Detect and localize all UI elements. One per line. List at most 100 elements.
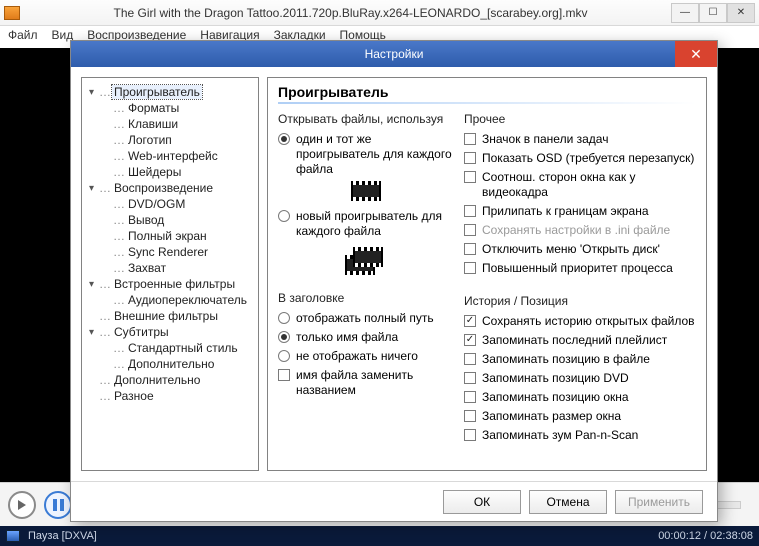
minimize-button[interactable]: — bbox=[671, 3, 699, 23]
radio-new-player[interactable]: новый проигрыватель для каждого файла bbox=[278, 209, 454, 239]
tree-node[interactable]: …Захват bbox=[86, 260, 254, 276]
check-high-priority[interactable]: Повышенный приоритет процесса bbox=[464, 261, 696, 276]
tree-label: Шейдеры bbox=[126, 165, 183, 179]
ok-button[interactable]: ОК bbox=[443, 490, 521, 514]
tree-dots: … bbox=[99, 325, 110, 339]
checkbox-icon bbox=[464, 171, 476, 183]
tree-twisty-icon: ▾ bbox=[86, 327, 97, 338]
window-buttons: — ☐ ✕ bbox=[671, 3, 755, 23]
tree-node[interactable]: …Стандартный стиль bbox=[86, 340, 254, 356]
other-label: Прочее bbox=[464, 112, 696, 126]
group-title: В заголовке отображать полный путь тольк… bbox=[278, 291, 454, 402]
radio-icon bbox=[278, 331, 290, 343]
check-save-history[interactable]: Сохранять историю открытых файлов bbox=[464, 314, 696, 329]
tree-node[interactable]: …Аудиопереключатель bbox=[86, 292, 254, 308]
status-time: 00:00:12 / 02:38:08 bbox=[658, 530, 753, 542]
section-rule bbox=[278, 102, 696, 104]
checkbox-icon bbox=[464, 334, 476, 346]
radio-filename-only[interactable]: только имя файла bbox=[278, 330, 454, 345]
tree-node[interactable]: ▾…Проигрыватель bbox=[86, 84, 254, 100]
apply-button: Применить bbox=[615, 490, 703, 514]
tree-node[interactable]: …Шейдеры bbox=[86, 164, 254, 180]
tree-node[interactable]: …Web-интерфейс bbox=[86, 148, 254, 164]
app-icon bbox=[4, 6, 20, 20]
check-remember-filepos[interactable]: Запоминать позицию в файле bbox=[464, 352, 696, 367]
radio-show-nothing[interactable]: не отображать ничего bbox=[278, 349, 454, 364]
tree-node[interactable]: ▾…Субтитры bbox=[86, 324, 254, 340]
tree-label: Логотип bbox=[126, 133, 174, 147]
checkbox-icon bbox=[464, 372, 476, 384]
check-remember-winpos[interactable]: Запоминать позицию окна bbox=[464, 390, 696, 405]
cancel-button[interactable]: Отмена bbox=[529, 490, 607, 514]
checkbox-icon bbox=[464, 133, 476, 145]
tree-node[interactable]: …Внешние фильтры bbox=[86, 308, 254, 324]
history-label: История / Позиция bbox=[464, 294, 696, 308]
checkbox-icon bbox=[464, 353, 476, 365]
check-tray-icon[interactable]: Значок в панели задач bbox=[464, 132, 696, 147]
tree-label: Дополнительно bbox=[126, 357, 216, 371]
check-show-osd[interactable]: Показать OSD (требуется перезапуск) bbox=[464, 151, 696, 166]
check-remember-dvdpos[interactable]: Запоминать позицию DVD bbox=[464, 371, 696, 386]
tree-node[interactable]: …Логотип bbox=[86, 132, 254, 148]
tree-node[interactable]: …Дополнительно bbox=[86, 356, 254, 372]
tree-node[interactable]: …Дополнительно bbox=[86, 372, 254, 388]
dialog-footer: ОК Отмена Применить bbox=[71, 481, 717, 521]
tree-dots: … bbox=[113, 261, 124, 275]
tree-dots: … bbox=[113, 101, 124, 115]
tree-twisty-icon bbox=[86, 375, 97, 386]
group-history: История / Позиция Сохранять историю откр… bbox=[464, 294, 696, 447]
checkbox-icon bbox=[278, 369, 290, 381]
tree-node[interactable]: …Клавиши bbox=[86, 116, 254, 132]
maximize-button[interactable]: ☐ bbox=[699, 3, 727, 23]
dialog-close-button[interactable]: ✕ bbox=[675, 41, 717, 67]
pause-button[interactable] bbox=[44, 491, 72, 519]
checkbox-icon bbox=[464, 391, 476, 403]
tree-dots: … bbox=[113, 341, 124, 355]
close-button[interactable]: ✕ bbox=[727, 3, 755, 23]
tree-dots: … bbox=[99, 85, 110, 99]
settings-tree[interactable]: ▾…Проигрыватель…Форматы…Клавиши…Логотип…… bbox=[81, 77, 259, 471]
tree-node[interactable]: ▾…Встроенные фильтры bbox=[86, 276, 254, 292]
radio-full-path[interactable]: отображать полный путь bbox=[278, 311, 454, 326]
tree-label: Sync Renderer bbox=[126, 245, 210, 259]
app-titlebar: The Girl with the Dragon Tattoo.2011.720… bbox=[0, 0, 759, 26]
check-replace-name[interactable]: имя файла заменить названием bbox=[278, 368, 454, 398]
film-stack-icon bbox=[345, 243, 387, 273]
play-button[interactable] bbox=[8, 491, 36, 519]
check-remember-winsize[interactable]: Запоминать размер окна bbox=[464, 409, 696, 424]
pause-icon bbox=[53, 499, 64, 511]
tree-dots: … bbox=[113, 293, 124, 307]
tree-label: Воспроизведение bbox=[112, 181, 215, 195]
check-aspect[interactable]: Соотнош. сторон окна как у видеокадра bbox=[464, 170, 696, 200]
tree-node[interactable]: …Форматы bbox=[86, 100, 254, 116]
tree-label: Полный экран bbox=[126, 229, 209, 243]
tree-node[interactable]: ▾…Воспроизведение bbox=[86, 180, 254, 196]
check-ini: Сохранять настройки в .ini файле bbox=[464, 223, 696, 238]
radio-icon bbox=[278, 350, 290, 362]
tree-node[interactable]: …Sync Renderer bbox=[86, 244, 254, 260]
checkbox-icon bbox=[464, 429, 476, 441]
window-title: The Girl with the Dragon Tattoo.2011.720… bbox=[30, 6, 671, 20]
menu-file[interactable]: Файл bbox=[8, 28, 38, 46]
check-remember-playlist[interactable]: Запоминать последний плейлист bbox=[464, 333, 696, 348]
status-text: Пауза [DXVA] bbox=[28, 530, 97, 542]
tree-node[interactable]: …Вывод bbox=[86, 212, 254, 228]
tree-twisty-icon: ▾ bbox=[86, 279, 97, 290]
tree-dots: … bbox=[99, 309, 110, 323]
tree-label: Разное bbox=[112, 389, 156, 403]
radio-icon bbox=[278, 312, 290, 324]
check-snap[interactable]: Прилипать к границам экрана bbox=[464, 204, 696, 219]
tree-node[interactable]: …Разное bbox=[86, 388, 254, 404]
tree-node[interactable]: …DVD/OGM bbox=[86, 196, 254, 212]
check-disable-disc-menu[interactable]: Отключить меню 'Открыть диск' bbox=[464, 242, 696, 257]
radio-icon bbox=[278, 133, 290, 145]
radio-same-player[interactable]: один и тот же проигрыватель для каждого … bbox=[278, 132, 454, 177]
tree-twisty-icon bbox=[86, 311, 97, 322]
tree-label: Субтитры bbox=[112, 325, 171, 339]
tree-label: Web-интерфейс bbox=[126, 149, 220, 163]
tree-dots: … bbox=[113, 213, 124, 227]
checkbox-icon bbox=[464, 243, 476, 255]
tree-label: Аудиопереключатель bbox=[126, 293, 249, 307]
check-remember-zoom[interactable]: Запоминать зум Pan-n-Scan bbox=[464, 428, 696, 443]
tree-node[interactable]: …Полный экран bbox=[86, 228, 254, 244]
